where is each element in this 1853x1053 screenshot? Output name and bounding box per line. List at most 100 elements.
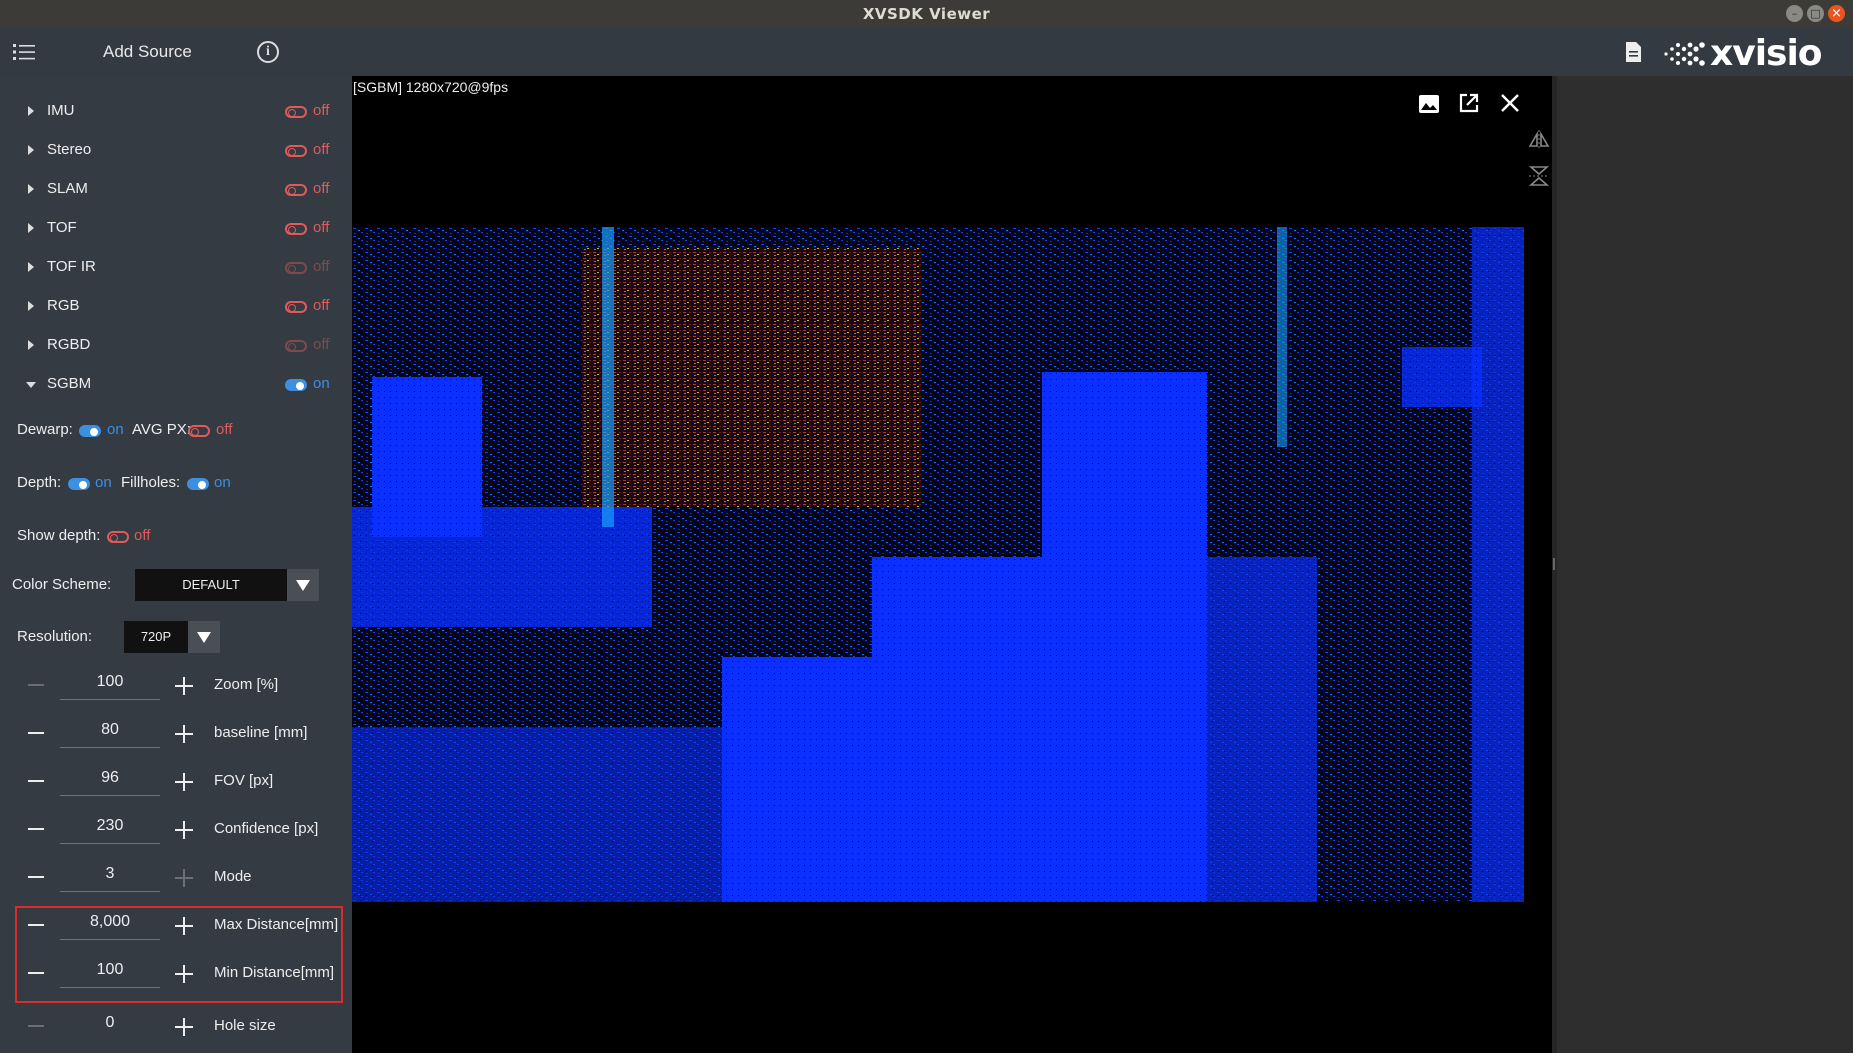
- open-external-icon[interactable]: [1458, 92, 1480, 114]
- source-row-stereo[interactable]: Stereo off: [0, 138, 352, 168]
- expand-arrow-icon[interactable]: [28, 262, 34, 272]
- rgbd-toggle: [285, 340, 307, 352]
- param-value-input[interactable]: 80: [60, 718, 160, 748]
- list-menu-icon[interactable]: [12, 42, 36, 62]
- toggle-state: off: [313, 219, 330, 236]
- decrement-button[interactable]: [28, 684, 44, 686]
- increment-button[interactable]: [175, 869, 193, 887]
- distance-highlight-box: [15, 906, 343, 1003]
- increment-button[interactable]: [175, 773, 193, 791]
- sgbm-toggle[interactable]: [285, 379, 307, 391]
- flip-horizontal-icon[interactable]: [1527, 128, 1551, 150]
- avg-px-toggle[interactable]: [188, 425, 210, 437]
- imu-toggle[interactable]: [285, 106, 307, 118]
- param-row-zoom: 100 Zoom [%]: [0, 664, 352, 708]
- show-depth-label: Show depth:: [17, 527, 101, 544]
- show-depth-state: off: [134, 527, 151, 544]
- toggle-state: off: [313, 258, 330, 275]
- tof-ir-toggle: [285, 262, 307, 274]
- source-row-tof-ir[interactable]: TOF IR off: [0, 255, 352, 285]
- stereo-toggle[interactable]: [285, 145, 307, 157]
- decrement-button[interactable]: [28, 732, 44, 734]
- expand-arrow-icon[interactable]: [28, 223, 34, 233]
- increment-button[interactable]: [175, 1018, 193, 1036]
- fillholes-toggle[interactable]: [187, 478, 209, 490]
- toggle-state: off: [313, 102, 330, 119]
- source-row-sgbm[interactable]: SGBM on: [0, 372, 352, 402]
- expand-arrow-icon[interactable]: [28, 340, 34, 350]
- source-label: SGBM: [47, 375, 92, 392]
- decrement-button[interactable]: [28, 1025, 44, 1027]
- minimize-button[interactable]: [1786, 5, 1803, 22]
- param-row-baseline: 80 baseline [mm]: [0, 712, 352, 756]
- toggle-state: off: [313, 141, 330, 158]
- param-row-hole-size: 0 Hole size: [0, 1005, 352, 1049]
- color-scheme-dropdown-icon[interactable]: [287, 569, 319, 601]
- source-label: TOF: [47, 219, 77, 236]
- toggle-state: off: [313, 336, 330, 353]
- resolution-select[interactable]: 720P: [124, 621, 188, 653]
- dewarp-label: Dewarp:: [17, 421, 73, 438]
- source-sidebar: IMU off Stereo off SLAM off TOF off TOF …: [0, 76, 352, 1053]
- window-controls: [1786, 5, 1845, 22]
- show-depth-toggle[interactable]: [107, 531, 129, 543]
- decrement-button[interactable]: [28, 828, 44, 830]
- param-row-confidence: 230 Confidence [px]: [0, 808, 352, 852]
- fillholes-state: on: [214, 474, 231, 491]
- toggle-state: off: [313, 180, 330, 197]
- tof-toggle[interactable]: [285, 223, 307, 235]
- expand-arrow-icon[interactable]: [28, 301, 34, 311]
- param-label: Hole size: [214, 1017, 276, 1034]
- param-row-fov: 96 FOV [px]: [0, 760, 352, 804]
- source-row-tof[interactable]: TOF off: [0, 216, 352, 246]
- fillholes-label: Fillholes:: [121, 474, 181, 491]
- source-label: IMU: [47, 102, 75, 119]
- depth-state: on: [95, 474, 112, 491]
- resolution-dropdown-icon[interactable]: [188, 621, 220, 653]
- source-label: TOF IR: [47, 258, 96, 275]
- expand-arrow-icon[interactable]: [28, 184, 34, 194]
- close-icon[interactable]: [1499, 92, 1521, 114]
- param-row-mode: 3 Mode: [0, 856, 352, 900]
- decrement-button[interactable]: [28, 780, 44, 782]
- document-icon[interactable]: [1625, 41, 1642, 63]
- source-row-imu[interactable]: IMU off: [0, 99, 352, 129]
- toggle-state: on: [313, 375, 330, 392]
- increment-button[interactable]: [175, 677, 193, 695]
- slam-toggle[interactable]: [285, 184, 307, 196]
- increment-button[interactable]: [175, 725, 193, 743]
- collapse-arrow-icon[interactable]: [26, 382, 36, 388]
- source-label: SLAM: [47, 180, 88, 197]
- maximize-button[interactable]: [1807, 5, 1824, 22]
- depth-toggle[interactable]: [68, 478, 90, 490]
- decrement-button[interactable]: [28, 876, 44, 878]
- add-source-button[interactable]: Add Source: [103, 42, 192, 62]
- source-row-rgb[interactable]: RGB off: [0, 294, 352, 324]
- info-icon[interactable]: i: [257, 41, 279, 63]
- param-value-input[interactable]: 100: [60, 670, 160, 700]
- image-icon[interactable]: [1418, 94, 1440, 114]
- param-label: FOV [px]: [214, 772, 274, 789]
- expand-arrow-icon[interactable]: [28, 145, 34, 155]
- param-value-input[interactable]: 96: [60, 766, 160, 796]
- dewarp-toggle[interactable]: [79, 425, 101, 437]
- sgbm-viewer: [SGBM] 1280x720@9fps: [352, 76, 1552, 1053]
- param-value-input[interactable]: 230: [60, 814, 160, 844]
- param-value-input[interactable]: 3: [60, 862, 160, 892]
- color-scheme-select[interactable]: DEFAULT: [135, 569, 287, 601]
- toggle-state: off: [313, 297, 330, 314]
- rgb-toggle[interactable]: [285, 301, 307, 313]
- source-row-slam[interactable]: SLAM off: [0, 177, 352, 207]
- source-row-rgbd[interactable]: RGBD off: [0, 333, 352, 363]
- close-window-button[interactable]: [1828, 5, 1845, 22]
- app-header: Add Source i xvisio: [0, 28, 1853, 76]
- xvisio-logo: xvisio: [1662, 36, 1848, 72]
- expand-arrow-icon[interactable]: [28, 106, 34, 116]
- splitter-grip[interactable]: [1553, 558, 1555, 570]
- window-title: XVSDK Viewer: [862, 5, 991, 23]
- param-value-input[interactable]: 0: [60, 1011, 160, 1041]
- avg-px-label: AVG PX:: [132, 421, 191, 438]
- source-label: RGBD: [47, 336, 91, 353]
- increment-button[interactable]: [175, 821, 193, 839]
- flip-vertical-icon[interactable]: [1527, 164, 1551, 188]
